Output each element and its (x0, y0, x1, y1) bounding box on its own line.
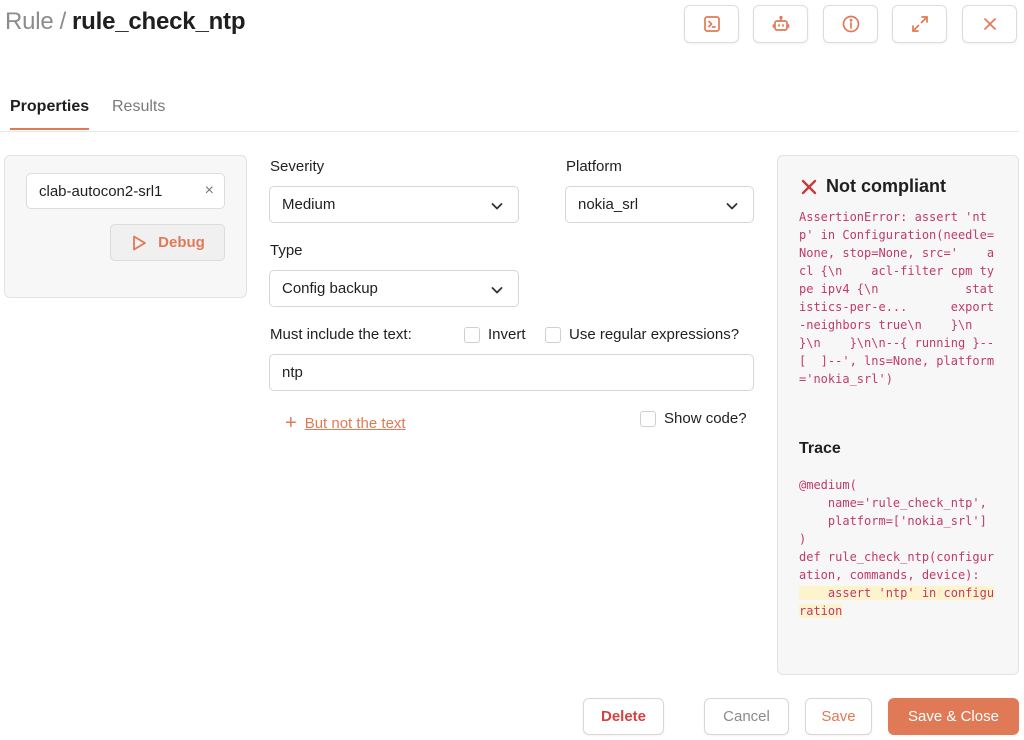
x-mark-icon (801, 179, 817, 194)
page-title: Rule / rule_check_ntp (5, 8, 246, 36)
delete-button[interactable]: Delete (583, 698, 664, 735)
remove-device-icon[interactable]: × (205, 182, 214, 200)
must-include-label: Must include the text: (270, 326, 412, 343)
breadcrumb-rule[interactable]: Rule (5, 8, 54, 35)
chevron-down-icon (491, 203, 503, 210)
expand-button[interactable] (892, 5, 947, 43)
trace-code: @medium( name='rule_check_ntp', platform… (799, 476, 999, 620)
result-panel: Not compliant AssertionError: assert 'nt… (777, 155, 1019, 675)
play-icon (133, 235, 147, 250)
invert-checkbox[interactable] (464, 327, 480, 343)
breadcrumb-separator: / (59, 8, 67, 35)
assertion-error: AssertionError: assert 'ntp' in Configur… (799, 210, 995, 386)
type-label: Type (270, 242, 303, 259)
severity-value: Medium (282, 196, 336, 213)
plus-icon: + (285, 412, 297, 434)
device-chip[interactable]: clab-autocon2-srl1 × (26, 173, 225, 209)
device-panel: clab-autocon2-srl1 × Debug (4, 155, 247, 298)
show-code-label[interactable]: Show code? (664, 410, 747, 427)
debug-button[interactable]: Debug (110, 224, 225, 261)
trace-heading: Trace (799, 440, 841, 457)
compliance-status: Not compliant (800, 176, 946, 197)
must-include-value: ntp (282, 364, 303, 381)
robot-icon (772, 15, 789, 31)
platform-label: Platform (566, 158, 622, 175)
close-icon (983, 18, 996, 30)
debug-label: Debug (158, 234, 205, 251)
cancel-button[interactable]: Cancel (704, 698, 789, 735)
type-value: Config backup (282, 280, 378, 297)
add-exclusion-label: But not the text (304, 414, 406, 432)
expand-icon (911, 16, 928, 32)
trace-highlight-line: assert 'ntp' in configuration (799, 586, 995, 618)
status-text: Not compliant (826, 176, 946, 196)
severity-label: Severity (270, 158, 325, 175)
tab-bar: Properties Results (0, 90, 1019, 132)
tab-results[interactable]: Results (112, 98, 165, 128)
severity-select[interactable]: Medium (269, 186, 519, 223)
device-name: clab-autocon2-srl1 (39, 182, 163, 200)
robot-button[interactable] (753, 5, 808, 43)
platform-value: nokia_srl (578, 196, 639, 213)
terminal-button[interactable] (684, 5, 739, 43)
platform-select[interactable]: nokia_srl (565, 186, 754, 223)
save-button[interactable]: Save (805, 698, 872, 735)
chevron-down-icon (491, 287, 503, 294)
info-button[interactable] (823, 5, 878, 43)
tab-properties[interactable]: Properties (10, 98, 90, 130)
chevron-down-icon (726, 203, 738, 210)
type-select[interactable]: Config backup (269, 270, 519, 307)
must-include-input[interactable]: ntp (269, 354, 754, 391)
save-close-button[interactable]: Save & Close (888, 698, 1019, 735)
regex-checkbox[interactable] (545, 327, 561, 343)
close-button[interactable] (962, 5, 1017, 43)
add-exclusion-link[interactable]: + But not the text (285, 412, 406, 434)
terminal-icon (703, 16, 720, 32)
invert-label[interactable]: Invert (488, 326, 526, 343)
trace-code-body: @medium( name='rule_check_ntp', platform… (799, 478, 995, 582)
rule-name: rule_check_ntp (72, 8, 246, 35)
show-code-checkbox[interactable] (640, 411, 656, 427)
regex-label[interactable]: Use regular expressions? (569, 326, 739, 343)
info-icon (842, 15, 859, 33)
